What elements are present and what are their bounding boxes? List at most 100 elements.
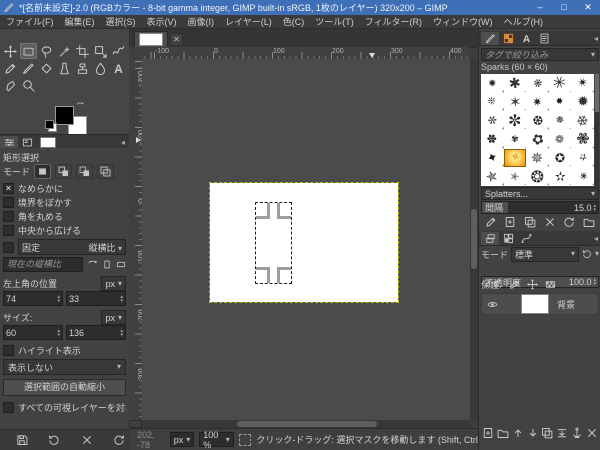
tab-tool-options[interactable] <box>0 135 18 149</box>
tab-close-icon[interactable]: ✕ <box>170 33 183 46</box>
brush-cell[interactable]: ✭ <box>504 167 527 186</box>
spinner-arrows-icon[interactable]: ▴ ▾ <box>57 328 60 337</box>
spacing-slider[interactable]: 間隔 15.0 ▴ ▾ <box>481 201 599 214</box>
menu-image[interactable]: 画像(I) <box>188 15 215 28</box>
brush-cell[interactable]: ✽ <box>481 130 503 149</box>
brush-cell[interactable]: ✼ <box>504 111 526 130</box>
highlight-checkbox[interactable] <box>3 345 14 356</box>
mode-replace-button[interactable] <box>34 164 52 179</box>
menu-layer[interactable]: レイヤー(L) <box>225 15 272 28</box>
selection-rectangle[interactable] <box>255 202 292 284</box>
brush-cell[interactable]: ❁ <box>549 130 572 148</box>
brush-cell[interactable]: ❂ <box>526 167 548 186</box>
raise-layer-button[interactable] <box>512 427 524 441</box>
delete-brush-button[interactable] <box>544 216 556 230</box>
eye-icon[interactable] <box>486 299 499 310</box>
lock-position-icon[interactable] <box>526 279 538 290</box>
brush-cell[interactable]: ❄ <box>571 111 594 130</box>
spinner-arrows-icon[interactable]: ▴ ▾ <box>593 278 596 287</box>
tool-unified-transform[interactable] <box>92 43 109 59</box>
brush-cell[interactable]: ✬ <box>571 167 594 186</box>
vertical-scrollbar[interactable] <box>470 59 478 420</box>
tab-channels[interactable] <box>499 232 517 245</box>
tool-warp-transform[interactable] <box>110 43 127 59</box>
aspect-ratio-input[interactable]: 現在の縦横比 <box>3 257 83 272</box>
mode-intersect-button[interactable] <box>97 164 115 179</box>
antialias-checkbox[interactable]: ✕ <box>3 183 14 194</box>
vertical-ruler[interactable]: -200-1000100200300 <box>129 59 143 420</box>
chevron-down-icon[interactable]: ▾ <box>595 250 599 258</box>
tool-rect-select[interactable] <box>20 43 37 59</box>
brush-cell[interactable]: ✱ <box>504 74 526 93</box>
selection-handle-top-left[interactable] <box>256 203 270 219</box>
tool-paintbrush[interactable] <box>20 60 37 76</box>
mode-add-button[interactable] <box>55 164 73 179</box>
maximize-button[interactable]: □ <box>552 0 576 15</box>
duplicate-brush-button[interactable] <box>524 216 536 230</box>
layer-row-background[interactable]: 背景 <box>481 293 599 315</box>
brush-cell[interactable]: ✻ <box>481 111 503 130</box>
brush-cell[interactable]: ✴ <box>571 74 594 92</box>
restore-preset-button[interactable] <box>48 434 60 448</box>
menu-tools[interactable]: ツール(T) <box>315 15 354 28</box>
tab-layers[interactable] <box>481 231 499 245</box>
size-unit-combo[interactable]: px ▾ <box>101 310 126 325</box>
minimize-button[interactable]: – <box>528 0 552 15</box>
brush-cell[interactable]: ✺ <box>481 74 504 93</box>
brush-cell[interactable]: ✹ <box>571 93 594 112</box>
shrink-selection-button[interactable]: 選択範囲の自動縮小 <box>3 379 126 396</box>
new-brush-button[interactable] <box>504 216 516 230</box>
brush-cell[interactable]: ✯ <box>481 167 504 186</box>
tab-patterns[interactable] <box>499 32 517 45</box>
new-layer-group-button[interactable] <box>497 427 509 441</box>
brush-cell[interactable]: ✸ <box>549 93 572 112</box>
unit-combo[interactable]: px ▾ <box>169 432 195 447</box>
tool-pencil[interactable] <box>2 60 19 76</box>
dock-menu-icon[interactable]: ◂ <box>594 34 598 43</box>
zoom-combo[interactable]: 100 % ▾ <box>199 430 234 450</box>
delete-preset-button[interactable] <box>81 434 93 448</box>
tab-brushes[interactable] <box>481 31 499 45</box>
image-layer[interactable] <box>209 182 399 303</box>
menu-select[interactable]: 選択(S) <box>106 15 136 28</box>
position-x-spinner[interactable]: 74 ▴ ▾ <box>3 291 63 306</box>
tool-ink[interactable] <box>2 77 19 93</box>
brush-cell[interactable]: ❆ <box>526 111 549 130</box>
brush-cell[interactable]: ✰ <box>571 149 594 167</box>
horizontal-scrollbar[interactable] <box>142 420 470 428</box>
tool-clone[interactable] <box>74 60 91 76</box>
duplicate-layer-button[interactable] <box>541 427 553 441</box>
fixed-checkbox[interactable] <box>3 241 14 253</box>
lower-layer-button[interactable] <box>527 427 539 441</box>
brush-cell[interactable]: ❋ <box>526 74 548 92</box>
size-height-spinner[interactable]: 136 ▴ ▾ <box>66 325 126 340</box>
brush-cell[interactable]: ✾ <box>504 130 527 148</box>
brush-cell[interactable]: ✶ <box>504 93 526 112</box>
menu-view[interactable]: 表示(V) <box>147 15 177 28</box>
layer-thumbnail[interactable] <box>521 294 549 314</box>
portrait-icon[interactable] <box>102 259 112 270</box>
menu-filters[interactable]: フィルター(R) <box>365 15 422 28</box>
expand-from-center-checkbox[interactable] <box>3 225 14 236</box>
brush-cell[interactable]: ✳ <box>549 74 572 93</box>
tool-airbrush[interactable] <box>56 60 73 76</box>
position-unit-combo[interactable]: px ▾ <box>101 276 126 291</box>
menu-help[interactable]: ヘルプ(H) <box>504 15 544 28</box>
open-brush-as-image-button[interactable] <box>583 216 595 230</box>
tab-fonts[interactable] <box>517 32 535 45</box>
brush-cell-selected[interactable]: ✧ <box>503 148 527 168</box>
tool-crop[interactable] <box>74 43 91 59</box>
sample-merged-checkbox[interactable] <box>3 402 14 413</box>
menu-file[interactable]: ファイル(F) <box>6 15 54 28</box>
size-width-spinner[interactable]: 60 ▴ ▾ <box>3 325 63 340</box>
quick-mask-toggle[interactable] <box>129 420 142 428</box>
menu-colors[interactable]: 色(C) <box>283 15 305 28</box>
tool-text[interactable] <box>110 60 127 76</box>
anchor-layer-button[interactable] <box>571 427 583 441</box>
spinner-arrows-icon[interactable]: ▴ ▾ <box>593 203 596 212</box>
mode-subtract-button[interactable] <box>76 164 94 179</box>
spinner-arrows-icon[interactable]: ▴ ▾ <box>57 294 60 303</box>
scrollbar-thumb[interactable] <box>471 209 477 269</box>
brush-cell[interactable]: ✫ <box>549 167 572 186</box>
brush-cell[interactable]: ✪ <box>549 149 572 168</box>
